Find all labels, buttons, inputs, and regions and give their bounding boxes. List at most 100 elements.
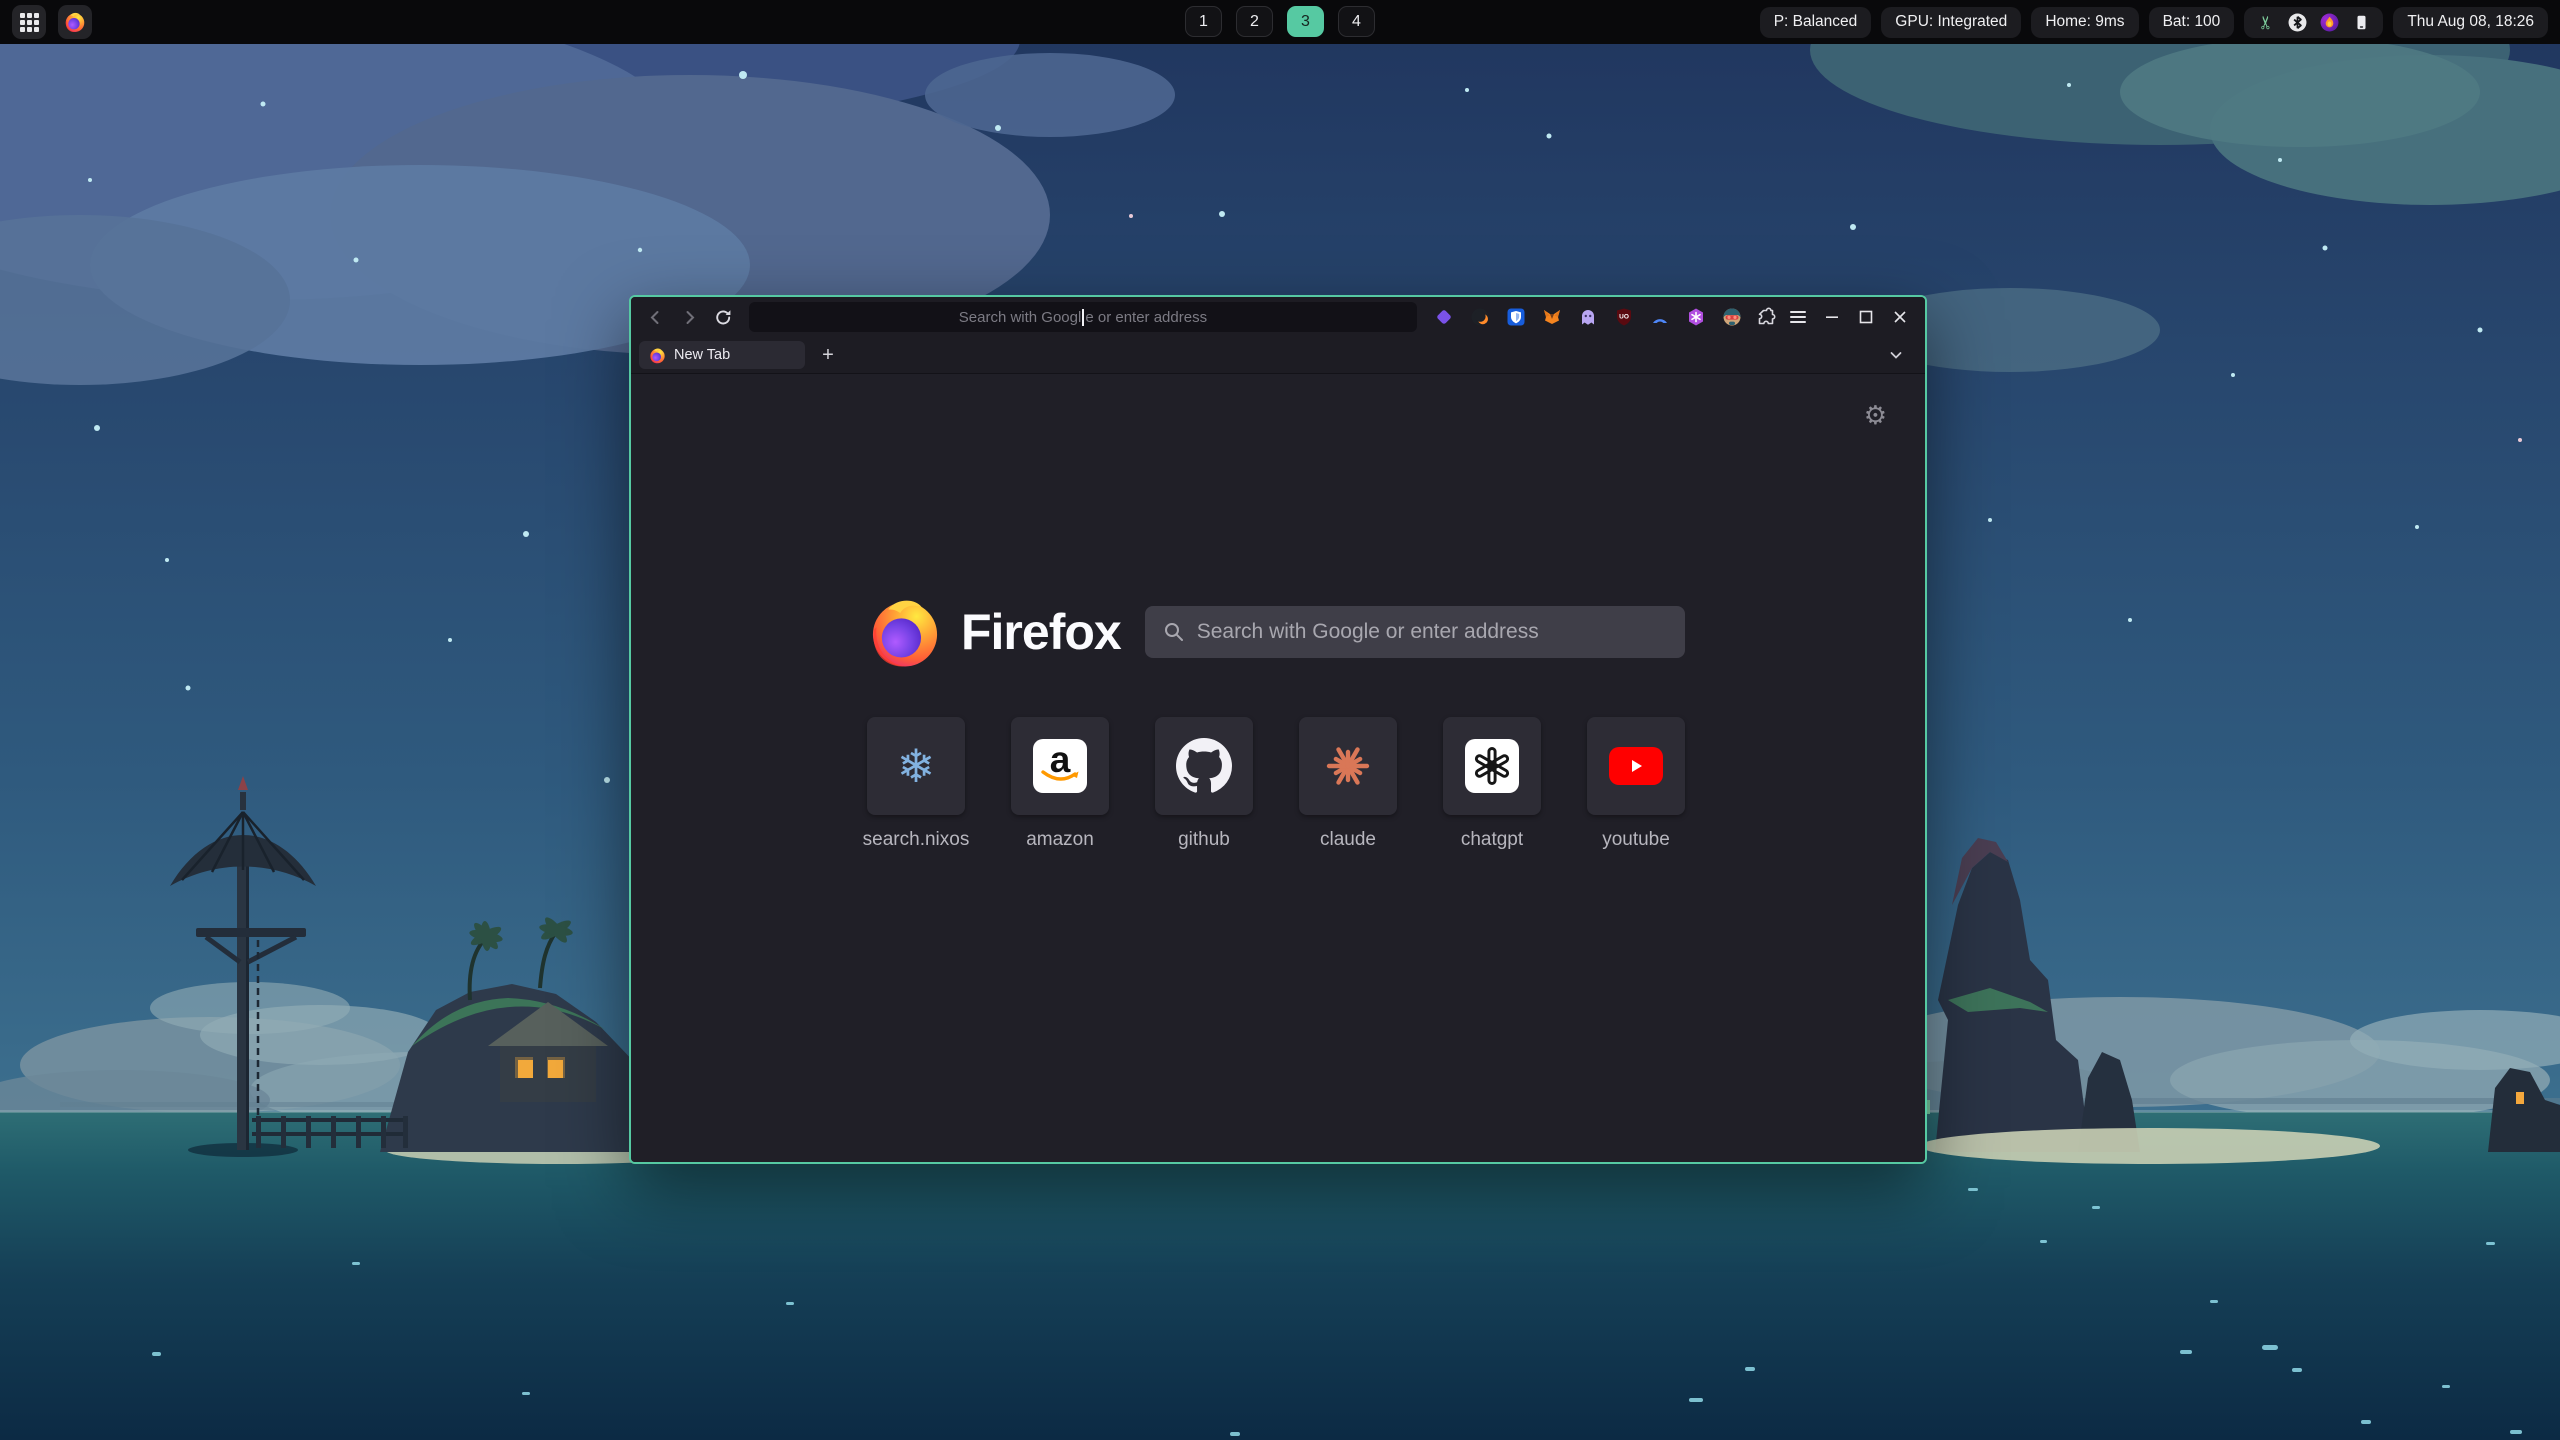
- shortcut-label: chatgpt: [1461, 829, 1523, 851]
- shortcut-tile-claude[interactable]: [1299, 717, 1397, 815]
- chevron-down-icon: [1887, 346, 1905, 364]
- workspace-switcher: 1 2 3 4: [1185, 6, 1375, 37]
- extension-disguise-button[interactable]: [1719, 304, 1745, 330]
- screenshot-scissors-icon[interactable]: ✂: [2256, 13, 2275, 32]
- extension-purple-diamond-button[interactable]: [1431, 304, 1457, 330]
- firefox-window: Search with Google or enter address: [629, 295, 1927, 1164]
- new-tab-button[interactable]: +: [815, 342, 841, 368]
- reload-icon: [714, 308, 733, 327]
- gpu-module[interactable]: GPU: Integrated: [1881, 7, 2021, 38]
- shortcut-search-nixos: ❄ search.nixos: [867, 717, 965, 851]
- system-tray: ✂: [2244, 7, 2383, 38]
- extension-metamask-button[interactable]: [1539, 304, 1565, 330]
- ping-module[interactable]: Home: 9ms: [2031, 7, 2138, 38]
- disguise-face-icon: [1722, 307, 1742, 327]
- workspace-4[interactable]: 4: [1338, 6, 1375, 37]
- shortcut-label: claude: [1320, 829, 1376, 851]
- topbar-left: [12, 5, 92, 39]
- grid-apps-icon: [20, 13, 39, 32]
- newtab-search-placeholder: Search with Google or enter address: [1197, 620, 1539, 644]
- shortcut-label: youtube: [1602, 829, 1670, 851]
- tab-new-tab[interactable]: New Tab: [639, 341, 805, 369]
- shortcut-label: github: [1178, 829, 1230, 851]
- shortcut-tile-chatgpt[interactable]: [1443, 717, 1541, 815]
- phone-tray-icon[interactable]: [2352, 13, 2371, 32]
- forward-icon: [680, 308, 699, 327]
- reload-button[interactable]: [709, 303, 739, 331]
- minimize-icon: [1825, 310, 1839, 324]
- github-octocat-icon: [1176, 738, 1232, 794]
- metamask-fox-icon: [1542, 307, 1562, 327]
- puzzle-piece-icon: [1756, 307, 1776, 327]
- workspace-2[interactable]: 2: [1236, 6, 1273, 37]
- shortcut-label: search.nixos: [863, 829, 970, 851]
- firefox-wordmark: Firefox: [961, 603, 1121, 661]
- topbar-right: P: Balanced GPU: Integrated Home: 9ms Ba…: [1760, 7, 2548, 38]
- close-button[interactable]: [1885, 304, 1915, 330]
- shortcut-tile-youtube[interactable]: [1587, 717, 1685, 815]
- desktop: 1 2 3 4 P: Balanced GPU: Integrated Home…: [0, 0, 2560, 1440]
- back-button[interactable]: [641, 303, 671, 331]
- purple-hexagon-asterisk-icon: [1686, 307, 1706, 327]
- extension-ublock-button[interactable]: UO: [1611, 304, 1637, 330]
- shortcut-chatgpt: chatgpt: [1443, 717, 1541, 851]
- shortcut-youtube: youtube: [1587, 717, 1685, 851]
- dark-reader-icon: [1470, 307, 1490, 327]
- extension-vpn-button[interactable]: [1647, 304, 1673, 330]
- amazon-icon: a: [1033, 739, 1087, 793]
- firefox-icon: [64, 11, 86, 33]
- list-all-tabs-button[interactable]: [1883, 342, 1909, 368]
- shortcut-tile-search-nixos[interactable]: ❄: [867, 717, 965, 815]
- firefox-logo: [867, 594, 943, 670]
- extension-hexagon-button[interactable]: [1683, 304, 1709, 330]
- svg-text:UO: UO: [1619, 314, 1629, 321]
- nixos-snowflake-icon: ❄: [897, 743, 936, 789]
- amazon-smile-arrow: [1033, 769, 1087, 787]
- workspace-1[interactable]: 1: [1185, 6, 1222, 37]
- new-tab-page: ⚙ Firefox Search with Google or enter ad…: [631, 374, 1925, 1162]
- workspace-3[interactable]: 3: [1287, 6, 1324, 37]
- extension-ghostery-button[interactable]: [1575, 304, 1601, 330]
- url-bar[interactable]: Search with Google or enter address: [749, 302, 1418, 332]
- firefox-launcher-button[interactable]: [58, 5, 92, 39]
- extension-dark-reader-button[interactable]: [1467, 304, 1493, 330]
- forward-button[interactable]: [675, 303, 705, 331]
- close-icon: [1893, 310, 1907, 324]
- claude-starburst-icon: [1321, 739, 1375, 793]
- text-caret: [1082, 309, 1084, 326]
- newtab-search-input[interactable]: Search with Google or enter address: [1145, 606, 1685, 658]
- maximize-icon: [1859, 310, 1873, 324]
- ublock-shield-icon: UO: [1614, 307, 1634, 327]
- extension-buttons: UO: [1431, 304, 1745, 330]
- battery-module[interactable]: Bat: 100: [2149, 7, 2235, 38]
- purple-diamond-icon: [1434, 307, 1454, 327]
- app-launcher-button[interactable]: [12, 5, 46, 39]
- personalize-gear-icon[interactable]: ⚙: [1864, 402, 1887, 428]
- shortcut-label: amazon: [1026, 829, 1094, 851]
- back-icon: [646, 308, 665, 327]
- url-placeholder-left: Search with Googl: [959, 309, 1082, 326]
- extensions-puzzle-button[interactable]: [1753, 304, 1779, 330]
- maximize-button[interactable]: [1851, 304, 1881, 330]
- shortcut-tile-amazon[interactable]: a: [1011, 717, 1109, 815]
- window-controls: [1817, 304, 1915, 330]
- bluetooth-icon[interactable]: [2288, 13, 2307, 32]
- clock[interactable]: Thu Aug 08, 18:26: [2393, 7, 2548, 38]
- shortcut-github: github: [1155, 717, 1253, 851]
- shortcut-tile-github[interactable]: [1155, 717, 1253, 815]
- tab-title: New Tab: [674, 347, 730, 363]
- browser-toolbar: Search with Google or enter address: [631, 297, 1925, 337]
- power-profile-module[interactable]: P: Balanced: [1760, 7, 1872, 38]
- app-menu-button[interactable]: [1783, 303, 1813, 331]
- newtab-hero: Firefox Search with Google or enter addr…: [867, 594, 1685, 670]
- bitwarden-icon: [1506, 307, 1526, 327]
- extension-bitwarden-button[interactable]: [1503, 304, 1529, 330]
- top-status-bar: 1 2 3 4 P: Balanced GPU: Integrated Home…: [0, 0, 2560, 44]
- shortcut-claude: claude: [1299, 717, 1397, 851]
- minimize-button[interactable]: [1817, 304, 1847, 330]
- shortcut-tiles: ❄ search.nixos a amazon: [867, 717, 1685, 851]
- url-placeholder-right: e or enter address: [1085, 309, 1207, 326]
- vpn-arc-icon: [1650, 307, 1670, 327]
- youtube-play-icon: [1609, 747, 1663, 785]
- firefox-color-tray-icon[interactable]: [2320, 13, 2339, 32]
